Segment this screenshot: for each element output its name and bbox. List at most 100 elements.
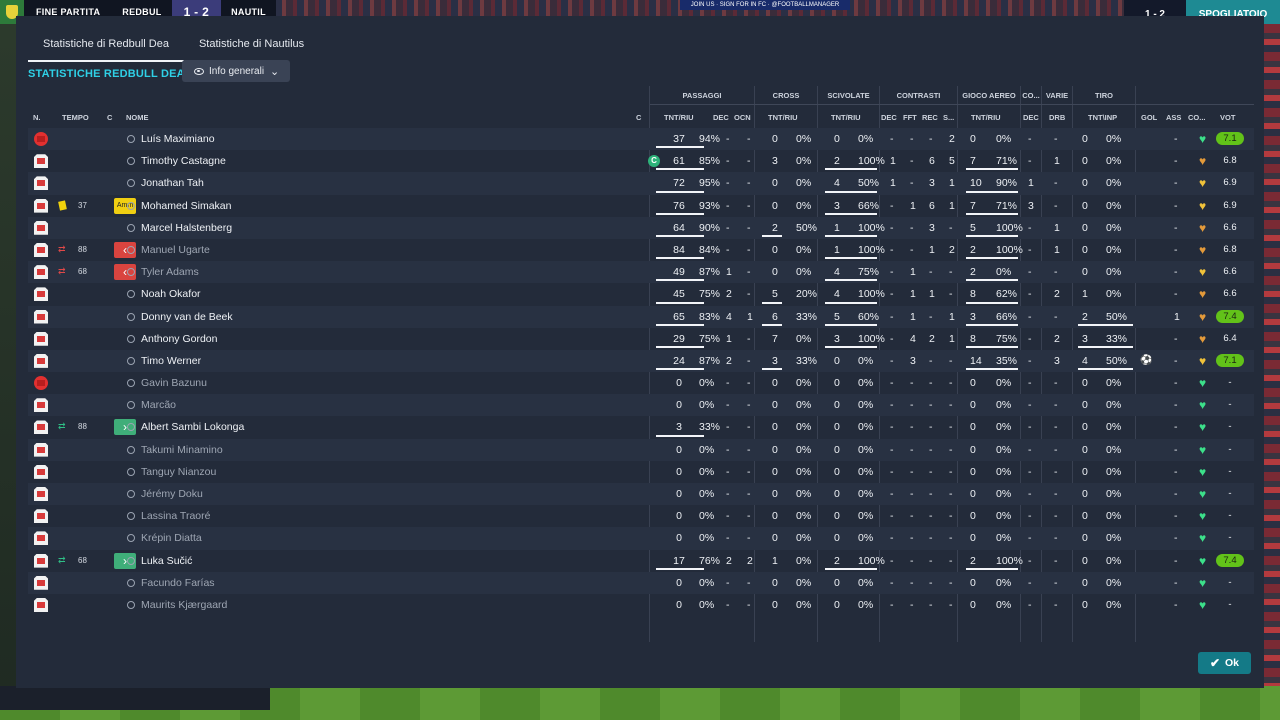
tab-home-stats[interactable]: Statistiche di Redbull Dea	[28, 34, 184, 62]
value-underline	[656, 234, 704, 237]
player-name[interactable]: Jonathan Tah	[141, 172, 204, 194]
player-row[interactable]: Noah Okafor 45 75% 2-5 20% 4 100% -1 1-8 62% -2 1 0%…	[28, 283, 1254, 305]
condition-heart-icon: ♥	[1199, 198, 1207, 213]
player-row[interactable]: Facundo Farías 0 0% - -0 0% 0 0% - - - -0 0% - -0 0% - ♥ -	[28, 571, 1254, 594]
player-name[interactable]: Maurits Kjærgaard	[141, 594, 227, 616]
contrasti-rec: -	[929, 266, 933, 279]
col-header-tempo[interactable]: TEMPO	[62, 113, 89, 122]
player-row[interactable]: ⇄ 68 ‹ Tyler Adams 49 87% 1-0 0% 4 75% -1- -2 0% - -0 0…	[28, 261, 1254, 284]
view-dropdown[interactable]: Info generali ⌄	[182, 60, 290, 82]
player-row[interactable]: Tanguy Nianzou 0 0% - -0 0% 0 0% - - - -0 0% - -0 0% - ♥ -	[28, 461, 1254, 483]
crosses-accuracy: 0%	[796, 443, 812, 456]
player-row[interactable]: Jonathan Tah 72 95% - -0 0% 4 50% 1-3 1 10 90% 1-0 0%…	[28, 172, 1254, 195]
player-row[interactable]: Lassina Traoré 0 0% - -0 0% 0 0% - - - -0 0% - -0 0% - ♥ -	[28, 505, 1254, 527]
contrasti-dec: -	[890, 421, 894, 434]
col-header-c[interactable]: C	[107, 113, 112, 122]
col-header-name[interactable]: NOME	[126, 113, 149, 122]
player-name[interactable]: Timo Werner	[141, 350, 201, 372]
player-row[interactable]: Timothy Castagne C 61 85% - -3 0% 2 100% 1-6 5 7 71%…	[28, 150, 1254, 172]
contrasti-fft: 1	[910, 310, 916, 323]
value-underline	[825, 234, 877, 237]
player-row[interactable]: Luís Maximiano 37 94% - -0 0% 0 0% - - -2 0 0% - -0 0% -…	[28, 128, 1254, 151]
tackles-accuracy: 0%	[858, 465, 874, 478]
player-name[interactable]: Donny van de Beek	[141, 306, 233, 328]
player-row[interactable]: Donny van de Beek 65 83% 4 1 6 33% 5 60% -1-1 3 66%…	[28, 305, 1254, 328]
value-underline	[762, 323, 782, 326]
crosses-attempted: 0	[772, 443, 778, 456]
headers-accuracy: 0%	[996, 510, 1012, 523]
col-header-number[interactable]: N.	[33, 113, 41, 122]
player-row[interactable]: Marcão 0 0% - -0 0% 0 0% - - - -0 0% - -0 0% - ♥ -	[28, 394, 1254, 417]
player-row[interactable]: Gavin Bazunu 0 0% - -0 0% 0 0% - - - -0 0% - -0 0% - ♥ -	[28, 372, 1254, 394]
player-row[interactable]: ⇄ 68 › Luka Sučić 17 76% 2 2 1 0% 2 100% - - - -2 100% - -…	[28, 550, 1254, 572]
co-decisive: -	[1028, 288, 1032, 301]
headers-attempted: 0	[970, 443, 976, 456]
col-header-con-rec[interactable]: REC	[922, 113, 938, 122]
player-row[interactable]: Timo Werner 24 87% 2-3 33% 0 0% -3- -14 35% -3 4 50%…	[28, 349, 1254, 373]
contrasti-s: -	[949, 354, 953, 367]
contrasti-dec: -	[890, 332, 894, 345]
player-row[interactable]: ⇄ 88 › Albert Sambi Lokonga 3 33% - -0 0% 0 0% - - - -…	[28, 416, 1254, 438]
col-header-ass[interactable]: ASS	[1166, 113, 1181, 122]
value-underline	[825, 301, 877, 304]
tab-away-stats[interactable]: Statistiche di Nautilus	[184, 34, 319, 62]
player-name[interactable]: Lassina Traoré	[141, 505, 210, 527]
dribbles: -	[1054, 266, 1058, 279]
col-header-con-s[interactable]: S...	[943, 113, 954, 122]
player-row[interactable]: Krépin Diatta 0 0% - -0 0% 0 0% - - - -0 0% - -0 0% - ♥ -	[28, 527, 1254, 550]
player-name[interactable]: Facundo Farías	[141, 572, 215, 594]
col-header-aereo[interactable]: TNT/RIU	[971, 113, 1001, 122]
contrasti-fft: -	[910, 399, 914, 412]
col-header-pass-ocn[interactable]: OCN	[734, 113, 751, 122]
player-name[interactable]: Gavin Bazunu	[141, 372, 207, 394]
player-name[interactable]: Anthony Gordon	[141, 328, 217, 350]
passes-key: -	[747, 510, 751, 523]
headers-accuracy: 0%	[996, 465, 1012, 478]
col-header-pass-dec[interactable]: DEC	[713, 113, 729, 122]
player-name[interactable]: Tanguy Nianzou	[141, 461, 216, 483]
condition-heart-icon: ♥	[1199, 176, 1207, 191]
col-header-con-fft[interactable]: FFT	[903, 113, 917, 122]
player-row[interactable]: 37 Amm Mohamed Simakan 76 93% - -0 0% 3 66% -1 6 1 7 7…	[28, 195, 1254, 217]
ok-button[interactable]: ✔ Ok	[1198, 652, 1251, 674]
player-name[interactable]: Mohamed Simakan	[141, 195, 231, 217]
player-name[interactable]: Marcão	[141, 394, 176, 416]
col-header-scivolate[interactable]: TNT/RIU	[831, 113, 861, 122]
col-header-co[interactable]: CO...	[1188, 113, 1206, 122]
player-name[interactable]: Tyler Adams	[141, 261, 199, 283]
player-name[interactable]: Takumi Minamino	[141, 439, 223, 461]
col-header-drb[interactable]: DRB	[1049, 113, 1065, 122]
col-header-con-dec[interactable]: DEC	[881, 113, 897, 122]
passes-key: -	[747, 598, 751, 611]
col-header-tiro[interactable]: TNT\INP	[1088, 113, 1117, 122]
player-name[interactable]: Timothy Castagne	[141, 150, 226, 172]
passes-accuracy: 0%	[699, 510, 715, 523]
player-name[interactable]: Noah Okafor	[141, 283, 201, 305]
player-row[interactable]: Marcel Halstenberg 64 90% - -2 50% 1 100% - -3-5 1…	[28, 216, 1254, 239]
player-rating: 7.1	[1216, 132, 1244, 145]
col-header-vot[interactable]: VOT	[1220, 113, 1235, 122]
player-name[interactable]: Manuel Ugarte	[141, 239, 210, 261]
player-row[interactable]: Takumi Minamino 0 0% - -0 0% 0 0% - - - -0 0% - -0 0% - ♥…	[28, 438, 1254, 461]
col-header-captain[interactable]: C	[636, 113, 641, 122]
tackles-attempted: 0	[834, 354, 840, 367]
player-person-icon	[127, 379, 135, 388]
player-row[interactable]: Anthony Gordon 29 75% 1-7 0% 3 100% -4 2 1 8 75% -2 3…	[28, 328, 1254, 350]
player-row[interactable]: ⇄ 88 ‹ Manuel Ugarte 84 84% - -0 0% 1 100% - -1 2 2 100…	[28, 239, 1254, 261]
player-row[interactable]: Jérémy Doku 0 0% - -0 0% 0 0% - - - -0 0% - -0 0% - ♥ -	[28, 483, 1254, 506]
player-name[interactable]: Krépin Diatta	[141, 527, 202, 549]
col-header-gol[interactable]: GOL	[1141, 113, 1157, 122]
player-name[interactable]: Marcel Halstenberg	[141, 217, 232, 239]
col-header-pass[interactable]: TNT/RIU	[664, 113, 694, 122]
player-name[interactable]: Jérémy Doku	[141, 483, 203, 505]
col-header-co-dec[interactable]: DEC	[1023, 113, 1039, 122]
player-row[interactable]: Maurits Kjærgaard 0 0% - -0 0% 0 0% - - - -0 0% - -0 0%…	[28, 594, 1254, 616]
player-name[interactable]: Albert Sambi Lokonga	[141, 416, 244, 438]
value-underline	[966, 168, 1018, 171]
player-name[interactable]: Luís Maximiano	[141, 128, 215, 150]
contrasti-s: -	[949, 532, 953, 545]
shots-on-target: 0%	[1106, 177, 1122, 190]
player-name[interactable]: Luka Sučić	[141, 550, 192, 572]
col-header-cross[interactable]: TNT/RIU	[768, 113, 798, 122]
value-underline	[825, 323, 877, 326]
